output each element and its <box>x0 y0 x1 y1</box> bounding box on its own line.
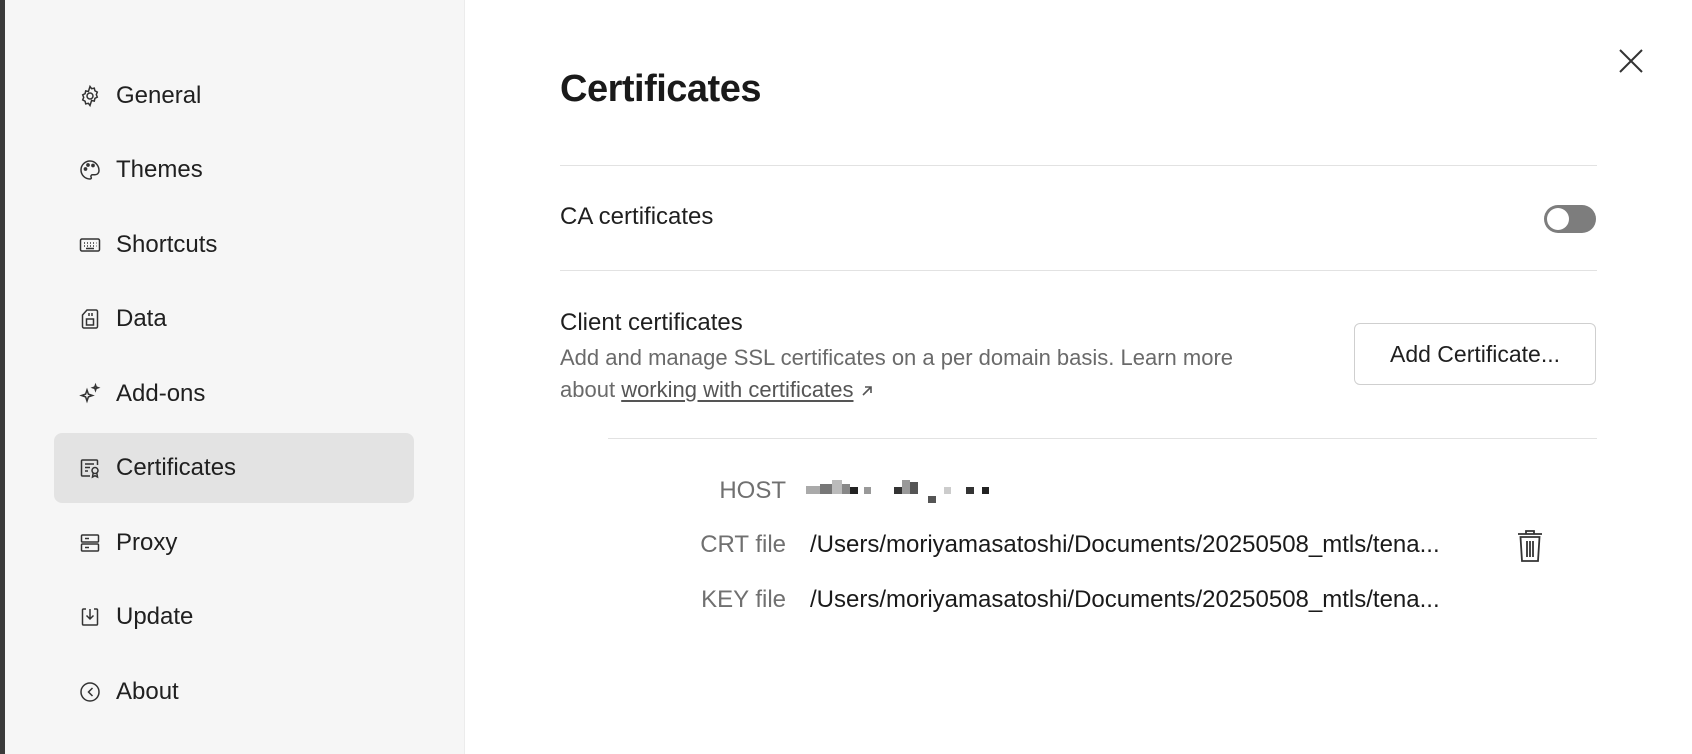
delete-certificate-button[interactable] <box>1515 528 1545 564</box>
sidebar-item-themes[interactable]: Themes <box>54 135 414 205</box>
sidebar-item-label: Shortcuts <box>116 231 218 258</box>
crt-file-label: CRT file <box>700 531 786 558</box>
ca-certificates-toggle[interactable] <box>1544 205 1596 233</box>
palette-icon <box>78 158 102 182</box>
download-icon <box>78 605 102 629</box>
client-certificates-title: Client certificates <box>560 309 743 336</box>
sidebar-item-label: General <box>116 82 202 109</box>
ca-certificates-label: CA certificates <box>560 203 714 230</box>
divider <box>608 438 1597 439</box>
crt-file-path: /Users/moriyamasatoshi/Documents/2025050… <box>810 531 1440 558</box>
sidebar-item-label: About <box>116 678 179 705</box>
sidebar-item-shortcuts[interactable]: Shortcuts <box>54 210 414 280</box>
sidebar-item-proxy[interactable]: Proxy <box>54 508 414 578</box>
sidebar-item-label: Data <box>116 305 167 332</box>
external-link-icon <box>860 375 874 407</box>
sidebar-item-update[interactable]: Update <box>54 582 414 652</box>
sidebar-item-label: Add-ons <box>116 380 206 407</box>
sidebar-item-data[interactable]: Data <box>54 284 414 354</box>
about-icon <box>78 680 102 704</box>
certificate-icon <box>78 456 102 480</box>
trash-icon <box>1515 530 1545 568</box>
learn-more-link[interactable]: working with certificates <box>621 377 853 402</box>
sidebar-item-label: Update <box>116 603 194 630</box>
close-icon <box>1618 48 1644 79</box>
sidebar-item-add-ons[interactable]: Add-ons <box>54 359 414 429</box>
sidebar-item-label: Themes <box>116 156 203 183</box>
divider <box>560 270 1597 271</box>
client-certificates-description: Add and manage SSL certificates on a per… <box>560 342 1280 407</box>
page-title: Certificates <box>560 68 761 110</box>
sidebar-item-label: Proxy <box>116 529 178 556</box>
sd-card-icon <box>78 307 102 331</box>
sidebar-item-label: Certificates <box>116 454 237 481</box>
toggle-knob <box>1547 208 1569 230</box>
divider <box>560 165 1597 166</box>
settings-sidebar: General Themes Shortcuts Data Add-ons Ce… <box>5 0 465 754</box>
host-value-redacted <box>806 480 996 503</box>
key-file-label: KEY file <box>701 586 786 613</box>
add-certificate-button[interactable]: Add Certificate... <box>1354 323 1596 385</box>
gear-icon <box>78 84 102 108</box>
close-button[interactable] <box>1612 44 1650 82</box>
sidebar-item-about[interactable]: About <box>54 657 414 727</box>
keyboard-icon <box>78 233 102 257</box>
sidebar-item-general[interactable]: General <box>54 61 414 131</box>
key-file-path: /Users/moriyamasatoshi/Documents/2025050… <box>810 586 1440 613</box>
server-icon <box>78 531 102 555</box>
sidebar-item-certificates[interactable]: Certificates <box>54 433 414 503</box>
host-label: HOST <box>719 477 786 504</box>
sparkles-icon <box>78 382 102 406</box>
